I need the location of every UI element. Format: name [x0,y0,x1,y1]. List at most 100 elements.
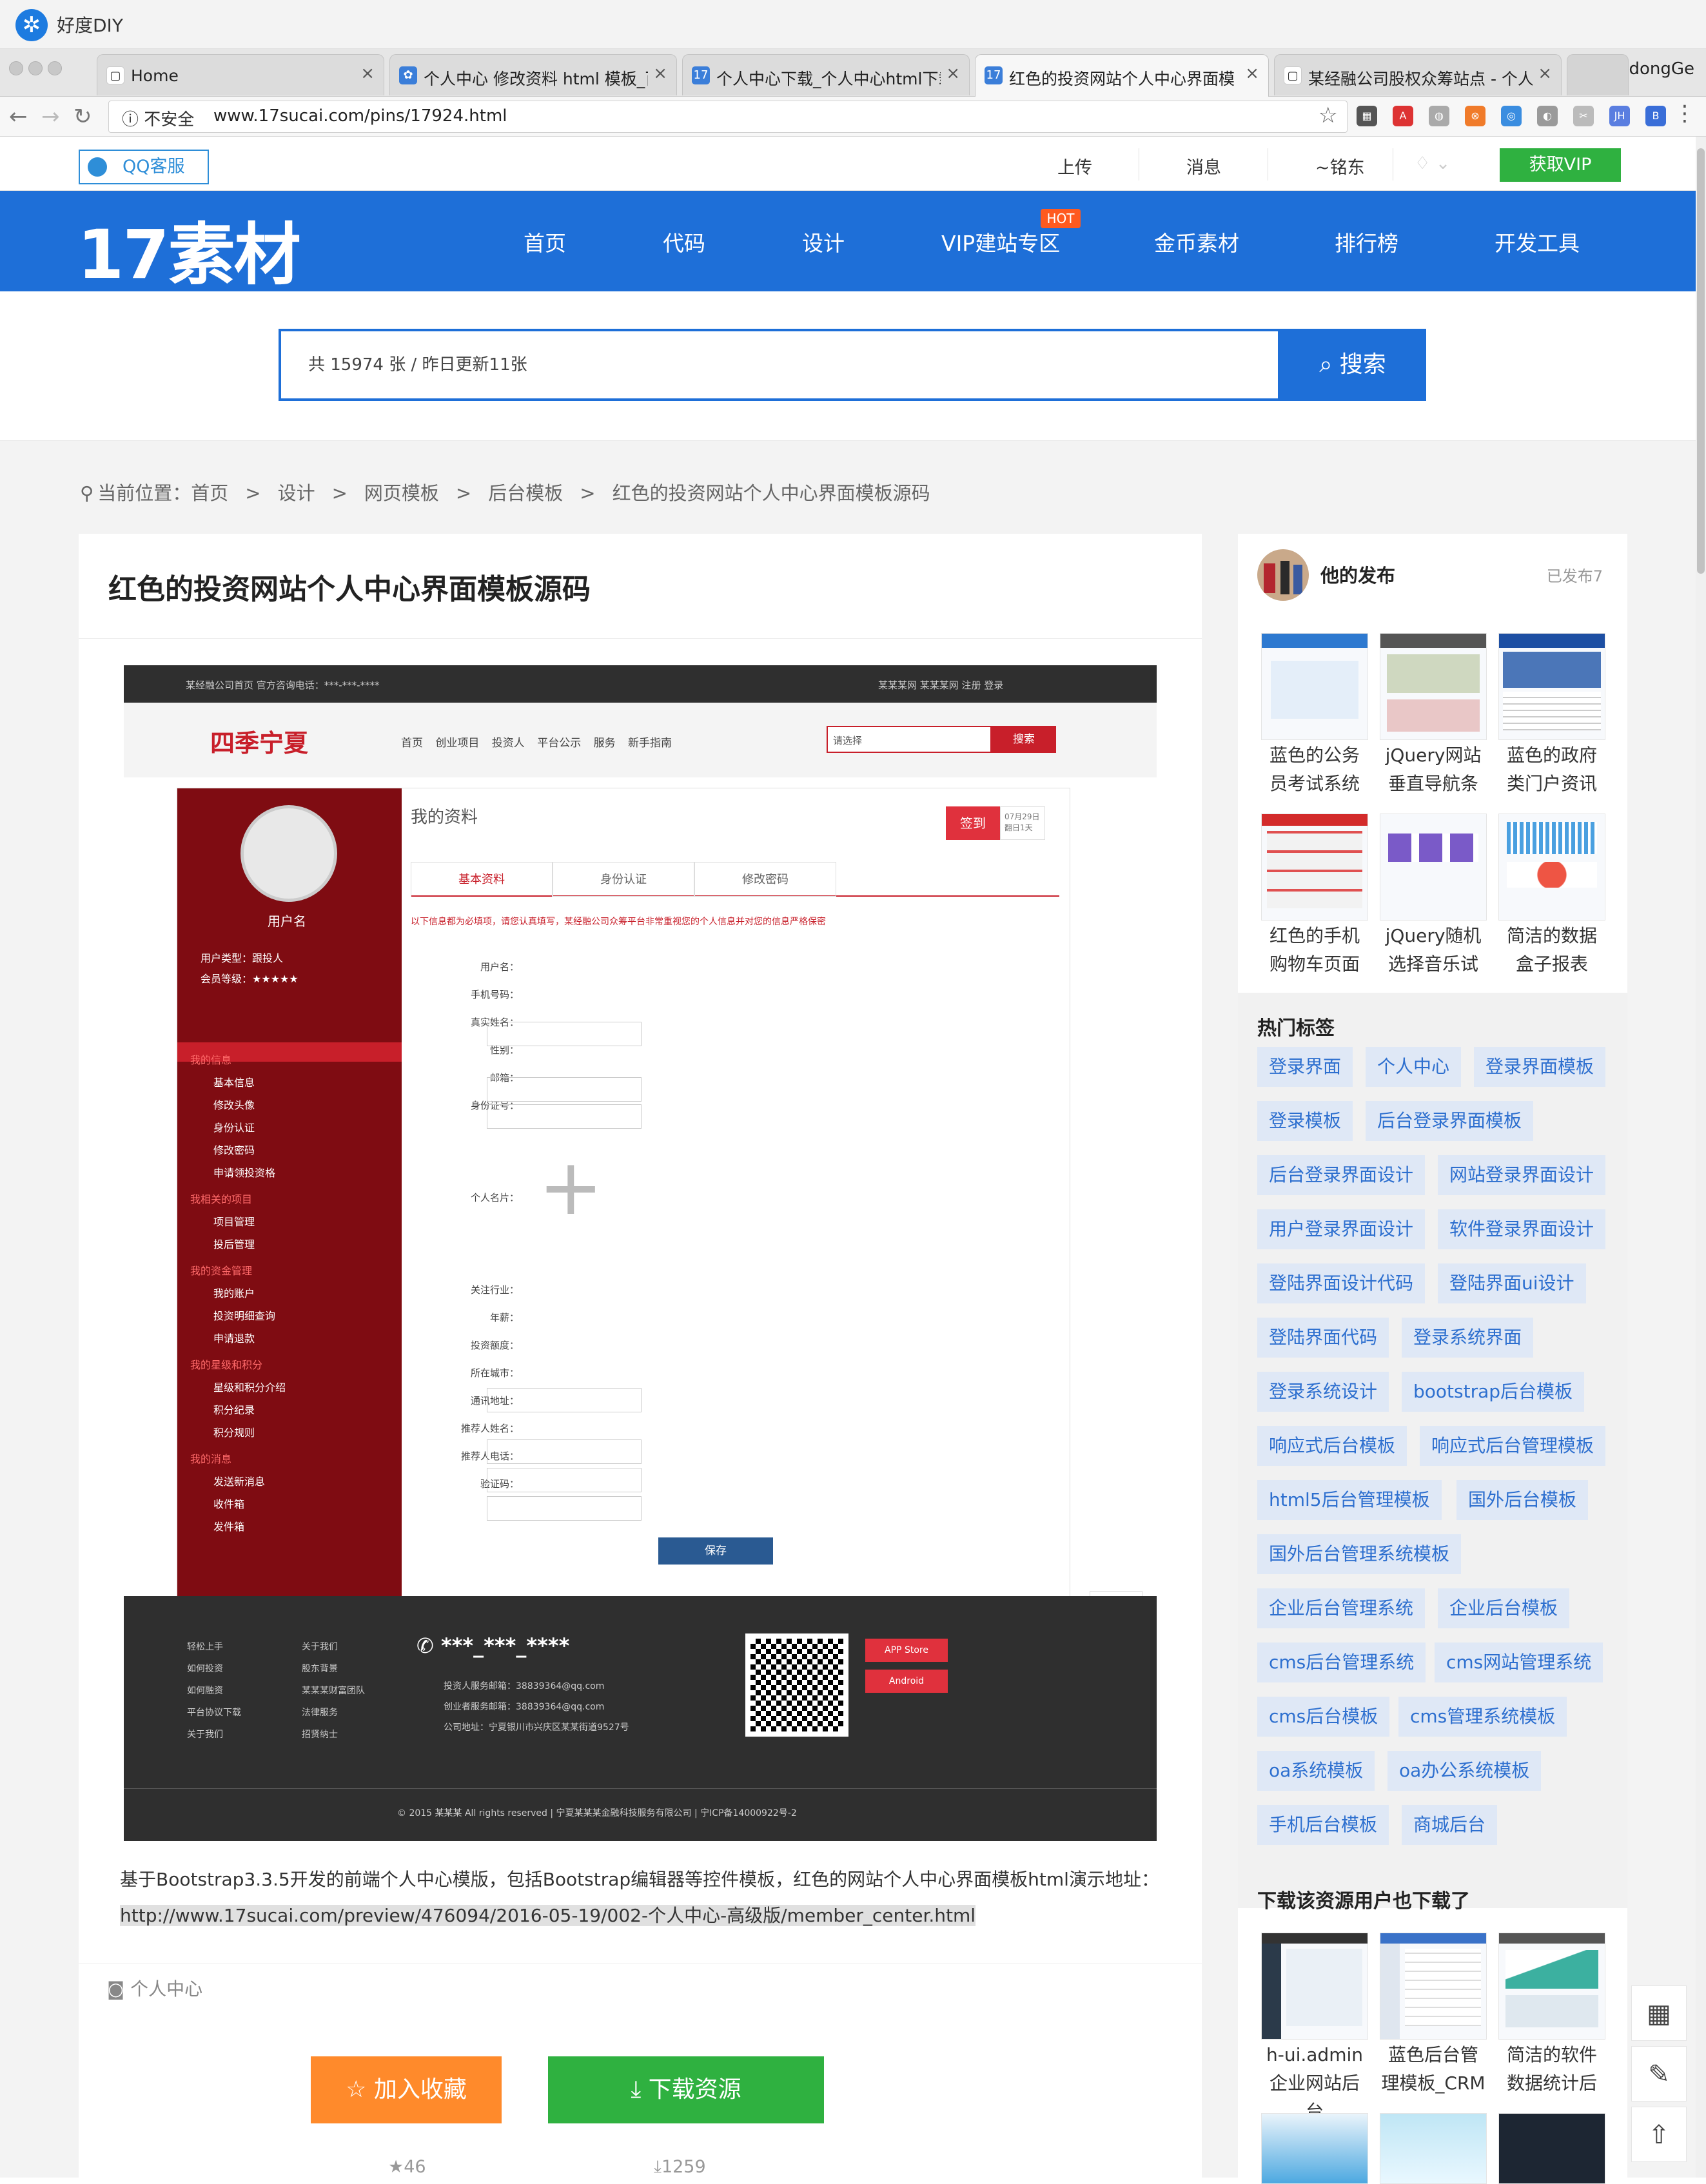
also-thumbnail[interactable] [1380,1933,1487,2040]
also-title[interactable]: 蓝色后台管理模板_CRM [1380,2041,1487,2098]
hot-tag[interactable]: oa系统模板 [1257,1751,1375,1791]
hot-tag[interactable]: 登陆界面代码 [1257,1318,1389,1358]
hot-tag[interactable]: 响应式后台模板 [1257,1426,1407,1466]
hot-tag[interactable]: 登录系统界面 [1402,1318,1534,1358]
bookmark-star-icon[interactable]: ☆ [1319,102,1338,128]
add-favorite-button[interactable]: ☆ 加入收藏 [311,2056,502,2123]
get-vip-button[interactable]: 获取VIP [1500,148,1621,182]
adblock-extension-icon[interactable]: A [1393,106,1413,126]
hot-tag[interactable]: 国外后台管理系统模板 [1257,1534,1462,1574]
nav-code[interactable]: 代码 [663,226,705,257]
post-title[interactable]: 蓝色的公务员考试系统 [1261,741,1368,798]
orange-extension-icon[interactable]: ⊗ [1465,106,1485,126]
close-icon[interactable]: × [946,64,960,83]
hot-tag[interactable]: cms后台管理系统 [1257,1643,1426,1682]
post-title[interactable]: jQuery网站垂直导航条 [1380,741,1487,798]
hot-tag[interactable]: 响应式后台管理模板 [1420,1426,1606,1466]
search-input[interactable]: 共 15974 张 / 昨日更新11张 [279,329,1280,401]
tool-extension-icon[interactable]: ✂ [1573,106,1594,126]
hot-tag[interactable]: 用户登录界面设计 [1257,1209,1426,1249]
hot-tag[interactable]: 登陆界面ui设计 [1438,1263,1586,1303]
hot-tag[interactable]: 登录模板 [1257,1101,1353,1141]
breadcrumb-home[interactable]: 当前位置：首页 [97,482,228,504]
user-link[interactable]: ~铭东 [1315,153,1365,179]
close-icon[interactable]: × [653,64,667,83]
breadcrumb-web-templates[interactable]: 网页模板 [364,482,439,504]
diamond-dropdown-icon[interactable]: ♢ ⌄ [1415,153,1450,173]
hot-tag[interactable]: 登录界面 [1257,1047,1353,1087]
also-thumbnail[interactable] [1498,1933,1605,2040]
post-thumbnail[interactable] [1498,633,1605,740]
breadcrumb-design[interactable]: 设计 [278,482,315,504]
close-icon[interactable]: × [1538,64,1552,83]
hot-tag[interactable]: 商城后台 [1402,1805,1498,1845]
blue-extension-icon[interactable]: ◎ [1501,106,1522,126]
qq-service-button[interactable]: QQ客服 [79,150,209,184]
post-thumbnail[interactable] [1498,814,1605,921]
browser-tab[interactable]: ▢ Home × [97,54,384,95]
hot-tag[interactable]: cms后台模板 [1257,1697,1390,1737]
qr-extension-icon[interactable]: ▦ [1357,106,1377,126]
template-preview-image[interactable]: 某经融公司首页 官方咨询电话：***-***-**** 某某某网 某某某网 注册… [124,665,1157,1841]
jh-extension-icon[interactable]: JH [1609,106,1630,126]
author-avatar[interactable] [1257,549,1309,601]
feedback-icon[interactable]: ✎ [1631,2046,1687,2101]
globe-extension-icon[interactable]: ◍ [1429,106,1449,126]
post-title[interactable]: 蓝色的政府类门户资讯 [1498,741,1605,798]
hot-tag[interactable]: 软件登录界面设计 [1438,1209,1606,1249]
reload-icon[interactable]: ↻ [74,102,92,132]
nav-design[interactable]: 设计 [802,226,845,257]
back-to-top-rocket-icon[interactable]: ⇧ [1631,2107,1687,2162]
also-thumbnail[interactable] [1261,2113,1368,2184]
messages-link[interactable]: 消息 [1186,153,1221,179]
post-thumbnail[interactable] [1261,814,1368,921]
hot-tag[interactable]: oa办公系统模板 [1387,1751,1542,1791]
scrollbar-thumb[interactable] [1697,148,1705,574]
hot-tag[interactable]: cms网站管理系统 [1435,1643,1603,1682]
post-thumbnail[interactable] [1380,814,1487,921]
hot-tag[interactable]: 网站登录界面设计 [1438,1155,1606,1195]
hot-tag[interactable]: 后台登录界面设计 [1257,1155,1426,1195]
window-zoom-control[interactable] [48,61,62,75]
post-thumbnail[interactable] [1380,633,1487,740]
also-thumbnail[interactable] [1261,1933,1368,2040]
tag-personal-center[interactable]: 个人中心 [130,1978,202,2000]
hot-tag[interactable]: 登录界面模板 [1474,1047,1606,1087]
site-logo[interactable]: 17素材 [77,200,301,297]
nav-gold-materials[interactable]: 金币素材 [1154,226,1239,257]
hot-tag[interactable]: 个人中心 [1366,1047,1462,1087]
new-tab-button[interactable] [1567,54,1629,95]
window-minimize-control[interactable] [28,61,43,75]
also-title[interactable]: 简洁的软件数据统计后 [1498,2041,1605,2098]
download-button[interactable]: ⤓ 下载资源 [548,2056,824,2123]
hot-tag[interactable]: bootstrap后台模板 [1402,1372,1585,1412]
breadcrumb-admin-templates[interactable]: 后台模板 [488,482,563,504]
profile-name[interactable]: dongGe [1629,59,1694,79]
close-icon[interactable]: × [1245,64,1259,83]
back-icon[interactable]: ← [9,102,28,132]
grey-extension-icon[interactable]: ◐ [1537,106,1558,126]
hot-tag[interactable]: 企业后台模板 [1438,1588,1570,1628]
hot-tag[interactable]: 登录系统设计 [1257,1372,1389,1412]
url-text[interactable]: www.17sucai.com/pins/17924.html [213,106,507,126]
b-extension-icon[interactable]: B [1645,106,1666,126]
demo-url-link[interactable]: http://www.17sucai.com/preview/476094/20… [120,1905,976,1926]
window-close-control[interactable] [9,61,23,75]
hot-tag[interactable]: html5后台管理模板 [1257,1480,1442,1520]
post-title[interactable]: 简洁的数据盒子报表 [1498,922,1605,979]
hot-tag[interactable]: 登陆界面设计代码 [1257,1263,1426,1303]
post-title[interactable]: jQuery随机选择音乐试 [1380,922,1487,979]
browser-tab[interactable]: ✿ 个人中心 修改资料 html 模板_百 × [389,54,677,95]
nav-home[interactable]: 首页 [524,226,566,257]
browser-tab-active[interactable]: 17 红色的投资网站个人中心界面模 × [975,54,1269,97]
hot-tag[interactable]: 国外后台模板 [1456,1480,1589,1520]
browser-menu-icon[interactable]: ⋮ [1674,101,1696,126]
browser-tab[interactable]: 17 个人中心下载_个人中心html下载 × [682,54,970,95]
hot-tag[interactable]: cms管理系统模板 [1398,1697,1567,1737]
upload-link[interactable]: 上传 [1057,153,1092,179]
search-button[interactable]: ⌕ 搜索 [1279,329,1426,401]
browser-tab[interactable]: ▢ 某经融公司股权众筹站点 - 个人 × [1274,54,1562,95]
nav-vip-zone[interactable]: VIP建站专区 [941,226,1060,257]
post-thumbnail[interactable] [1261,633,1368,740]
also-thumbnail[interactable] [1498,2113,1605,2184]
